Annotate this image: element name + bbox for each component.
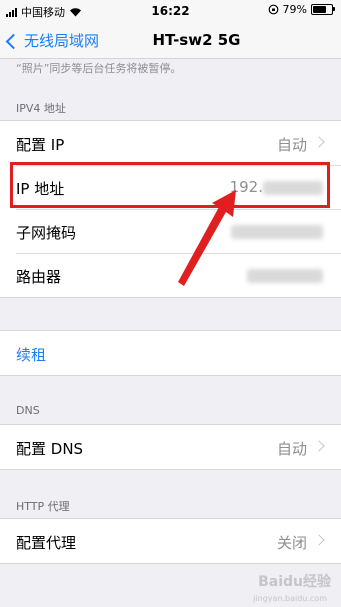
baidu-watermark-logo: Baidu经验 bbox=[258, 574, 331, 590]
baidu-watermark-url: jingyan.baidu.com bbox=[253, 594, 327, 603]
annotation-arrow-icon bbox=[178, 190, 236, 286]
